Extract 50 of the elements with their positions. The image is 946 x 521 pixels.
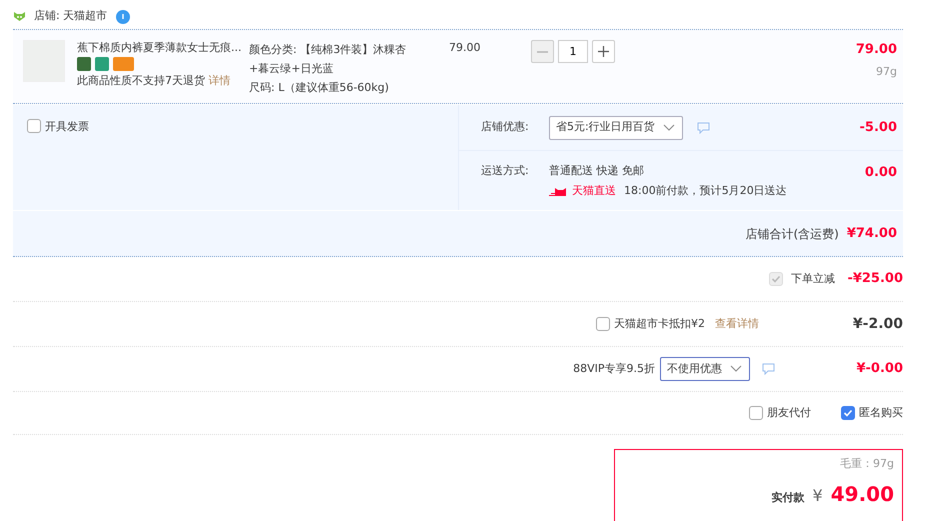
- shop-total-amount: ¥74.00: [846, 224, 897, 243]
- chat-icon[interactable]: [762, 363, 775, 375]
- sku-text: 尺码: L（建议体重56-60kg): [249, 80, 390, 96]
- shop-icon: [13, 11, 26, 22]
- vip-select[interactable]: 不使用优惠: [660, 357, 750, 381]
- option-label: 匿名购买: [859, 404, 903, 421]
- plus-icon: [598, 46, 609, 57]
- pay-amount: 49.00: [830, 480, 894, 508]
- total-weight: 毛重：97g: [840, 456, 894, 472]
- sku-text: +暮云绿+日光蓝: [249, 61, 334, 77]
- discount-label: 店铺优惠:: [481, 119, 530, 136]
- checkmark-icon: [843, 408, 853, 418]
- caret-icon: [730, 365, 742, 373]
- checkmark-icon: [771, 274, 781, 284]
- invoice-checkbox[interactable]: [27, 119, 41, 133]
- minus-icon: [537, 50, 548, 52]
- carrier-logo: 天猫直送: [549, 182, 616, 199]
- item-total: 79.00: [856, 41, 897, 59]
- card-amount: ¥-2.00: [852, 314, 903, 334]
- return-note: 此商品性质不支持7天退货: [77, 74, 205, 87]
- vip-label: 88VIP专享9.5折: [573, 360, 655, 377]
- unit-price: 79.00: [449, 41, 480, 54]
- pay-label: 实付款: [772, 490, 805, 506]
- card-checkbox[interactable]: [596, 317, 610, 331]
- sku-text: 颜色分类: 【纯棉3件装】沐粿杏: [249, 42, 408, 58]
- shipping-amount: 0.00: [864, 164, 898, 182]
- shipping-label: 运送方式:: [481, 163, 530, 179]
- option-checkbox[interactable]: [841, 406, 855, 420]
- delivery-estimate: 18:00前付款，预计5月20日送达: [624, 182, 787, 198]
- product-title[interactable]: 蕉下棉质内裤夏季薄款女士无痕...: [77, 40, 243, 55]
- minus-button[interactable]: [531, 40, 554, 63]
- instant-discount-amount: -¥25.00: [846, 270, 903, 288]
- shop-total-label: 店铺合计(含运费): [745, 226, 839, 242]
- option-checkbox[interactable]: [749, 406, 763, 420]
- cat-logo-icon: [549, 186, 569, 196]
- caret-icon: [662, 124, 675, 132]
- invoice-label: 开具发票: [45, 119, 89, 135]
- discount-select[interactable]: 省5元:行业日用百货: [549, 116, 683, 140]
- option-label: 朋友代付: [767, 404, 811, 421]
- chat-icon[interactable]: [697, 122, 710, 134]
- vip-amount: ¥-0.00: [855, 360, 903, 378]
- currency-symbol: ¥: [812, 484, 823, 506]
- card-label: 天猫超市卡抵扣¥2: [614, 316, 705, 332]
- discount-amount: -5.00: [860, 118, 898, 137]
- instant-discount-label: 下单立减: [791, 270, 835, 287]
- shipping-method: 普通配送 快递 免邮: [549, 163, 645, 179]
- shop-name: 店铺: 天猫超市: [34, 8, 108, 24]
- item-weight: 97g: [876, 64, 897, 80]
- quantity-field[interactable]: 1: [558, 40, 588, 63]
- plus-button[interactable]: [592, 40, 615, 63]
